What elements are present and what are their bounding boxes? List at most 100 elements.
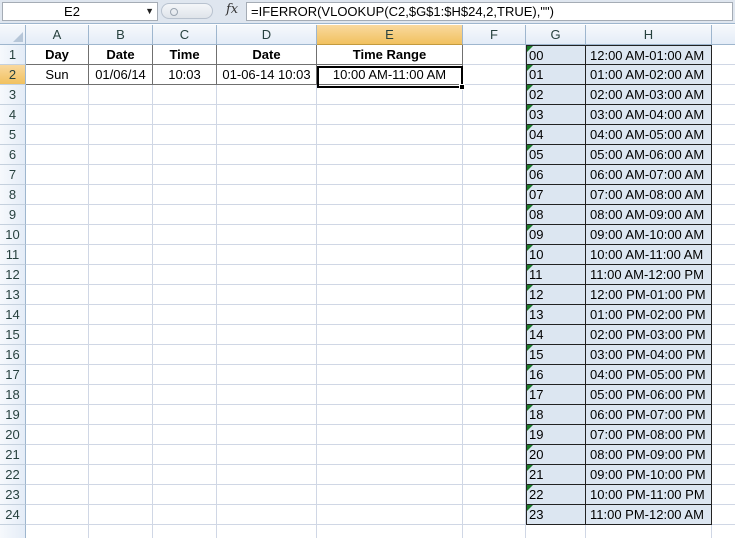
cell[interactable] (153, 265, 217, 285)
cell[interactable] (153, 245, 217, 265)
lookup-range-cell[interactable]: 11:00 AM-12:00 PM (586, 265, 712, 285)
row-header-17[interactable]: 17 (0, 365, 26, 385)
cell[interactable] (26, 145, 89, 165)
cell[interactable] (712, 125, 735, 145)
lookup-hour-cell[interactable]: 14 (526, 325, 586, 345)
cell[interactable] (26, 205, 89, 225)
row-header-25[interactable] (0, 525, 26, 538)
cell[interactable] (26, 85, 89, 105)
row-header-20[interactable]: 20 (0, 425, 26, 445)
cell[interactable] (463, 85, 526, 105)
cell[interactable] (712, 385, 735, 405)
row-header-1[interactable]: 1 (0, 45, 26, 65)
lookup-hour-cell[interactable]: 15 (526, 345, 586, 365)
column-header-b[interactable]: B (89, 25, 153, 45)
cell[interactable] (712, 185, 735, 205)
lookup-hour-cell[interactable]: 17 (526, 385, 586, 405)
cell[interactable] (463, 105, 526, 125)
lookup-hour-cell[interactable]: 02 (526, 85, 586, 105)
cell[interactable] (317, 105, 463, 125)
cell[interactable] (217, 405, 317, 425)
cell[interactable] (217, 385, 317, 405)
cell[interactable] (89, 465, 153, 485)
cell[interactable] (463, 245, 526, 265)
cell[interactable] (153, 445, 217, 465)
cell[interactable] (712, 425, 735, 445)
table-header-cell[interactable]: Date (89, 45, 153, 65)
cell[interactable] (712, 325, 735, 345)
row-header-6[interactable]: 6 (0, 145, 26, 165)
cell[interactable] (153, 205, 217, 225)
table-header-cell[interactable]: Date (217, 45, 317, 65)
cell[interactable] (712, 525, 735, 538)
lookup-hour-cell[interactable]: 08 (526, 205, 586, 225)
column-header-h[interactable]: H (586, 25, 712, 45)
cell[interactable] (317, 185, 463, 205)
cell[interactable] (317, 345, 463, 365)
cell[interactable] (317, 525, 463, 538)
row-header-9[interactable]: 9 (0, 205, 26, 225)
cell[interactable] (26, 165, 89, 185)
lookup-hour-cell[interactable]: 00 (526, 45, 586, 65)
cell[interactable] (26, 445, 89, 465)
cell[interactable] (217, 185, 317, 205)
row-header-3[interactable]: 3 (0, 85, 26, 105)
cell[interactable] (26, 325, 89, 345)
cell[interactable] (712, 345, 735, 365)
cell[interactable] (463, 445, 526, 465)
cell[interactable] (89, 425, 153, 445)
lookup-hour-cell[interactable]: 19 (526, 425, 586, 445)
cell[interactable] (153, 185, 217, 205)
cell[interactable] (89, 385, 153, 405)
cell[interactable] (463, 525, 526, 538)
cell[interactable] (89, 505, 153, 525)
cell[interactable] (89, 445, 153, 465)
cell[interactable] (463, 285, 526, 305)
cell[interactable] (26, 185, 89, 205)
cell[interactable] (463, 385, 526, 405)
lookup-range-cell[interactable]: 03:00 PM-04:00 PM (586, 345, 712, 365)
cell[interactable] (317, 465, 463, 485)
row-header-21[interactable]: 21 (0, 445, 26, 465)
cell[interactable] (317, 225, 463, 245)
lookup-hour-cell[interactable]: 10 (526, 245, 586, 265)
cell[interactable] (217, 365, 317, 385)
lookup-range-cell[interactable]: 03:00 AM-04:00 AM (586, 105, 712, 125)
cell[interactable] (26, 485, 89, 505)
formula-input[interactable]: =IFERROR(VLOOKUP(C2,$G$1:$H$24,2,TRUE),"… (246, 2, 733, 21)
cell[interactable] (712, 65, 735, 85)
lookup-hour-cell[interactable]: 16 (526, 365, 586, 385)
cell[interactable] (712, 365, 735, 385)
lookup-hour-cell[interactable]: 23 (526, 505, 586, 525)
cell[interactable] (153, 485, 217, 505)
cell[interactable] (26, 225, 89, 245)
lookup-range-cell[interactable]: 08:00 AM-09:00 AM (586, 205, 712, 225)
cell[interactable] (217, 125, 317, 145)
cell[interactable] (153, 505, 217, 525)
cell[interactable] (153, 305, 217, 325)
lookup-range-cell[interactable]: 10:00 AM-11:00 AM (586, 245, 712, 265)
cell[interactable] (217, 205, 317, 225)
column-header-g[interactable]: G (526, 25, 586, 45)
cell[interactable] (153, 125, 217, 145)
cell[interactable] (463, 45, 526, 65)
cell[interactable] (463, 345, 526, 365)
cell[interactable] (153, 225, 217, 245)
lookup-range-cell[interactable]: 05:00 AM-06:00 AM (586, 145, 712, 165)
cell[interactable] (153, 385, 217, 405)
cell[interactable] (526, 525, 586, 538)
row-header-19[interactable]: 19 (0, 405, 26, 425)
cell[interactable] (153, 85, 217, 105)
cell[interactable] (217, 165, 317, 185)
cell[interactable] (153, 405, 217, 425)
cell[interactable] (463, 185, 526, 205)
cell[interactable] (712, 85, 735, 105)
cell[interactable] (26, 525, 89, 538)
cell[interactable] (712, 45, 735, 65)
cell[interactable] (217, 345, 317, 365)
cell[interactable] (463, 145, 526, 165)
row-header-4[interactable]: 4 (0, 105, 26, 125)
fx-icon[interactable]: fx (226, 2, 238, 17)
lookup-range-cell[interactable]: 09:00 PM-10:00 PM (586, 465, 712, 485)
column-header-c[interactable]: C (153, 25, 217, 45)
